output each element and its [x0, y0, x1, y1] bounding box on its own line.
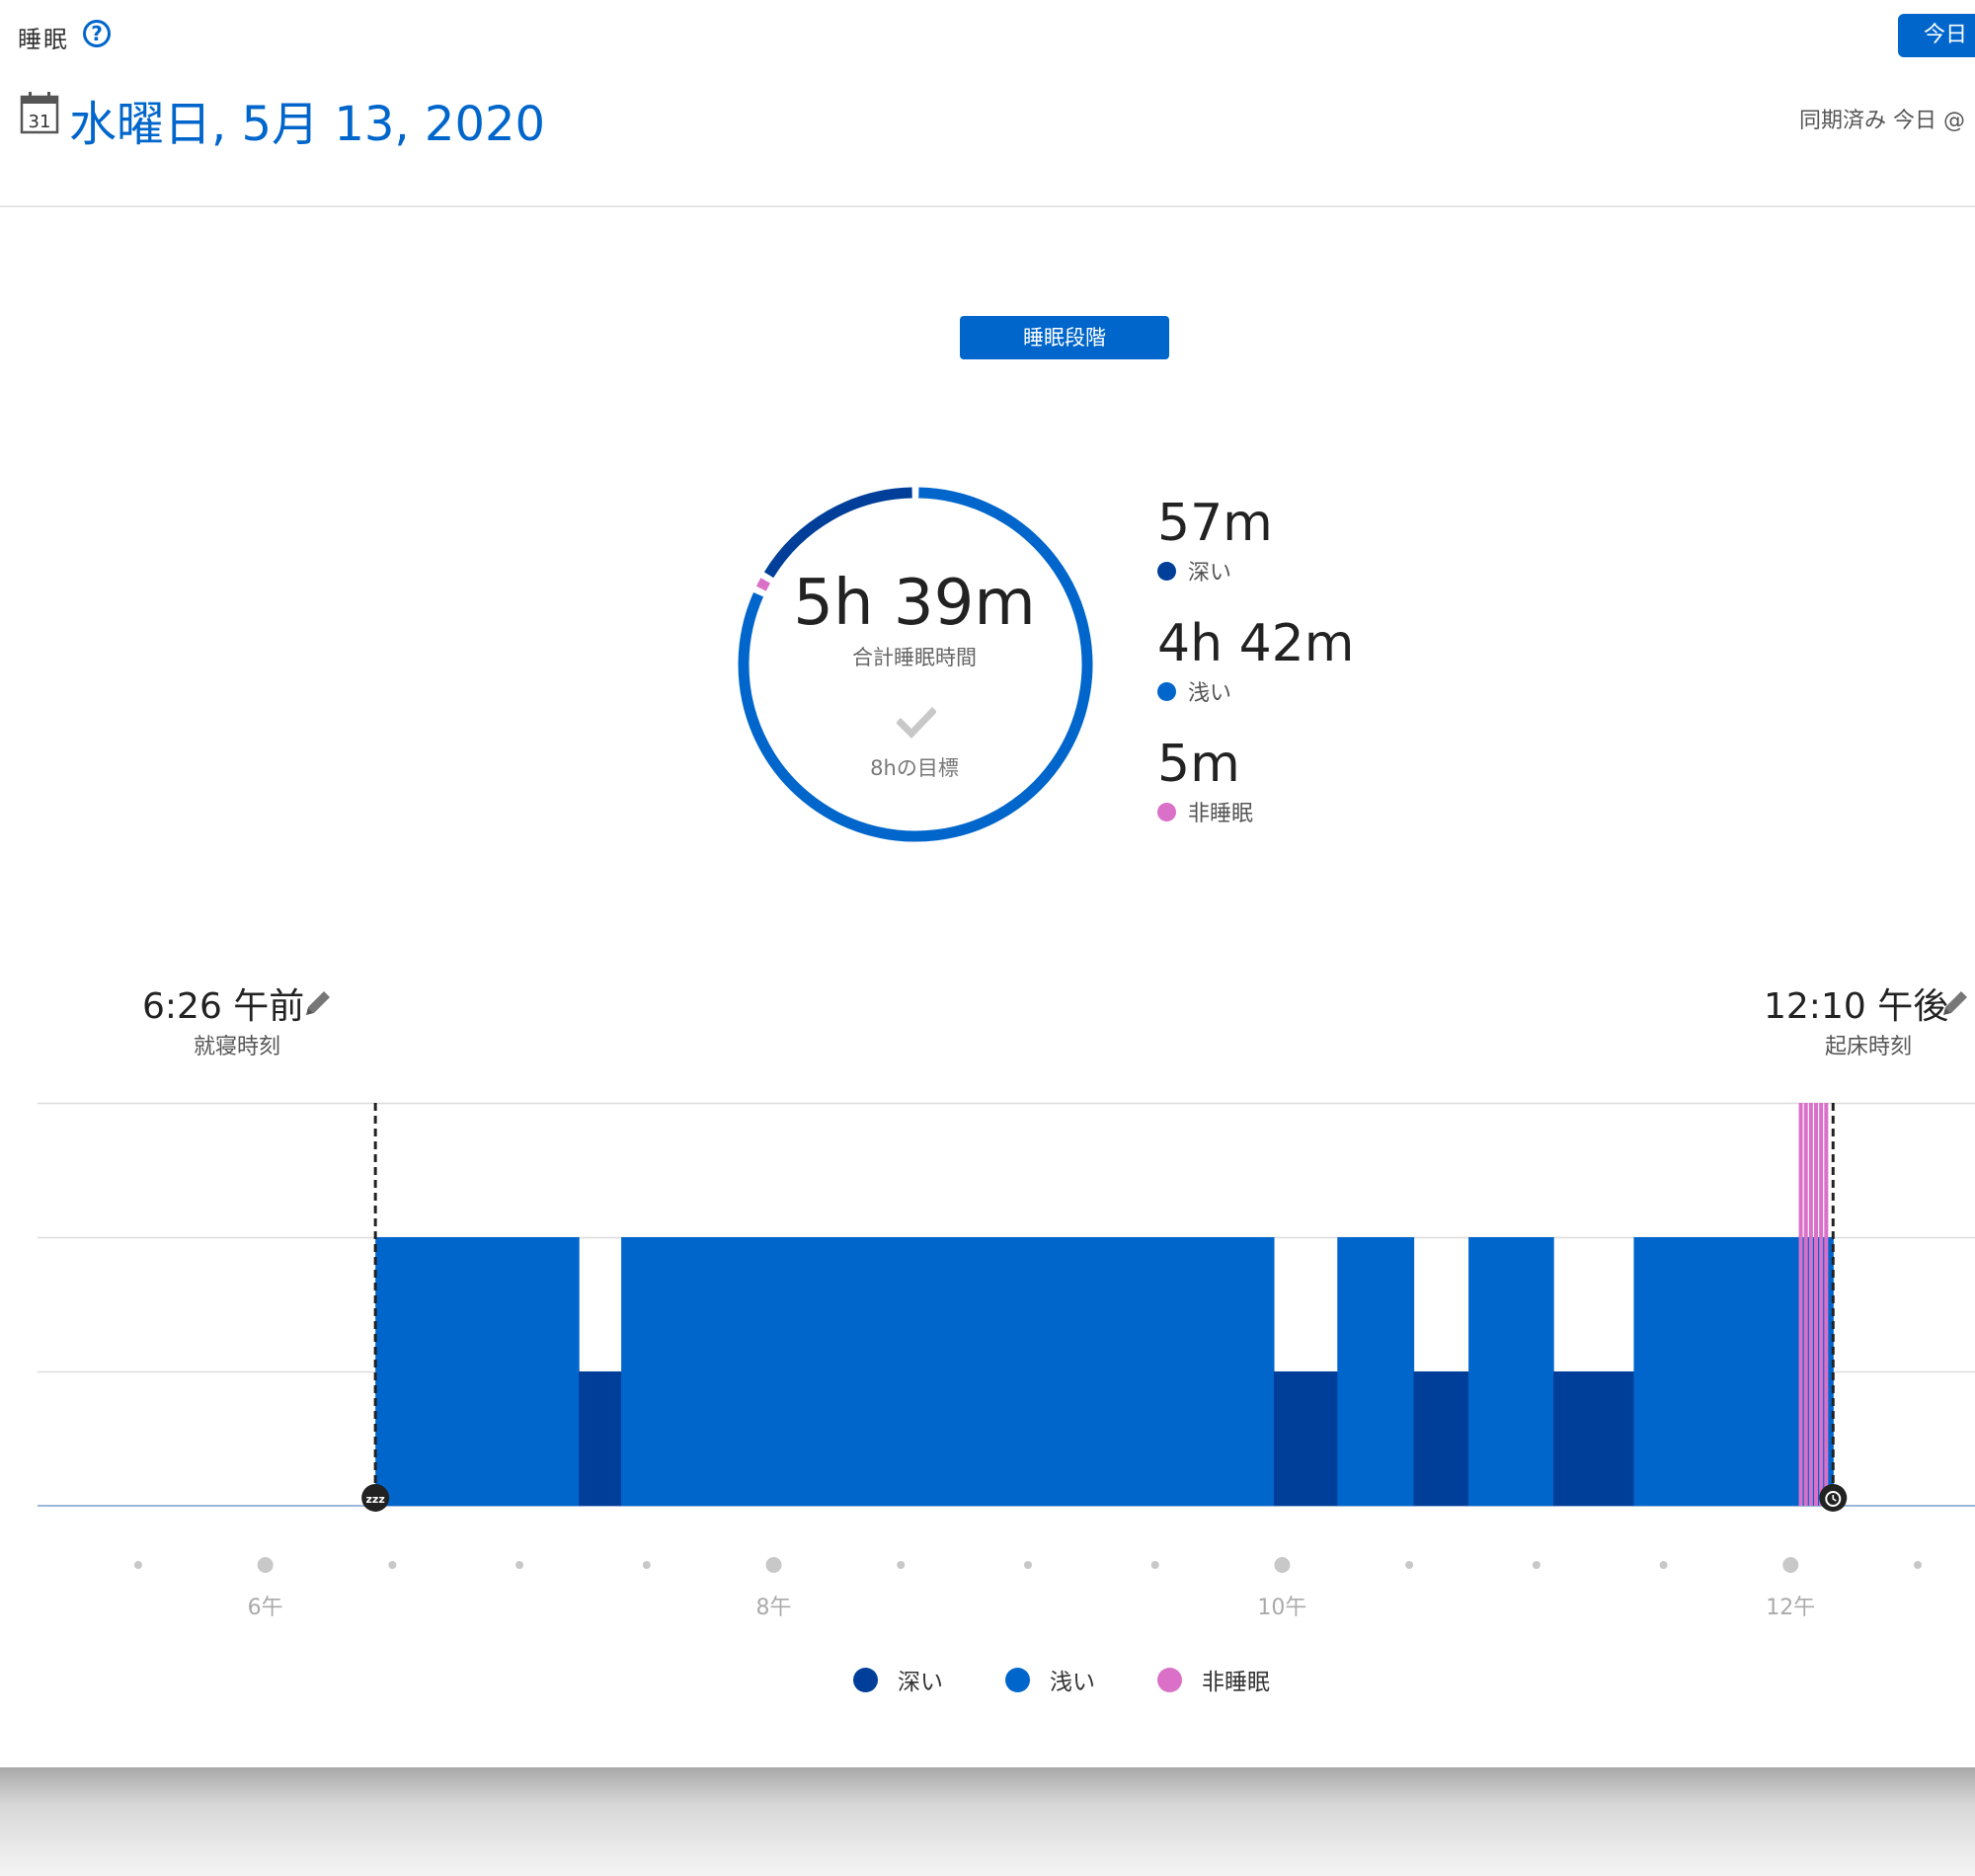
axis-major-dot — [765, 1557, 782, 1573]
checkmark-icon — [897, 707, 936, 739]
deep-dot — [1157, 561, 1176, 581]
legend-item-deep: 深い — [853, 1663, 943, 1696]
awake-mark — [1798, 1103, 1803, 1506]
bedtime-label: 就寝時刻 — [194, 1035, 281, 1059]
awake-row: 非睡眠 — [1157, 796, 1253, 827]
sleep-stages-chart: zzz 6午 8午 10午 12午 — [38, 1102, 1975, 1620]
segment-deep — [1553, 1371, 1635, 1506]
sleep-goal-label: 8hの目標 — [870, 756, 959, 780]
axis-minor-dot — [1023, 1561, 1032, 1569]
light-dot — [1157, 681, 1176, 701]
total-sleep-value: 5h 39m — [793, 567, 1036, 640]
deep-sleep-row: 深い — [1157, 555, 1231, 586]
calendar-icon-day: 31 — [29, 112, 51, 132]
x-tick-label: 6午 — [248, 1596, 283, 1620]
awake-dot — [1157, 802, 1176, 821]
calendar-icon[interactable]: 31 — [20, 91, 59, 134]
axis-minor-dot — [388, 1561, 397, 1569]
segment-light — [1337, 1237, 1415, 1506]
axis-major-dot — [1782, 1557, 1799, 1573]
waketime-label: 起床時刻 — [1825, 1035, 1913, 1059]
segment-light — [1633, 1237, 1800, 1506]
light-sleep-value: 4h 42m — [1157, 614, 1355, 673]
axis-major-dot — [1274, 1557, 1291, 1573]
awake-mark — [1803, 1103, 1808, 1506]
awake-label: 非睡眠 — [1188, 802, 1254, 826]
awake-value: 5m — [1157, 735, 1240, 794]
segment-deep — [1413, 1371, 1469, 1506]
x-tick-label: 10午 — [1257, 1596, 1306, 1620]
donut-segment-awake — [755, 578, 770, 591]
axis-major-dot — [257, 1557, 274, 1573]
segment-deep — [1273, 1371, 1338, 1506]
legend-deep-swatch — [853, 1667, 878, 1692]
axis-minor-dot — [1532, 1561, 1540, 1569]
sync-status: 同期済み 今日 @ — [1799, 109, 1965, 133]
legend-light-swatch — [1005, 1667, 1030, 1692]
axis-minor-dot — [1150, 1561, 1159, 1569]
footer-shadow — [0, 1767, 1975, 1876]
x-tick-label: 8午 — [756, 1596, 792, 1620]
deep-sleep-value: 57m — [1157, 494, 1273, 553]
segment-light — [1468, 1237, 1554, 1506]
axis-minor-dot — [1659, 1561, 1668, 1569]
legend-light-label: 浅い — [1050, 1670, 1095, 1695]
axis-minor-dot — [642, 1561, 651, 1569]
zzz-glyph: zzz — [366, 1493, 385, 1506]
total-sleep-label: 合計睡眠時間 — [852, 646, 977, 669]
x-tick-label: 12午 — [1766, 1596, 1815, 1620]
donut-segment-deep — [763, 487, 912, 579]
light-sleep-row: 浅い — [1157, 675, 1231, 707]
segment-deep — [579, 1371, 622, 1506]
header-divider — [0, 205, 1975, 207]
app-title: 睡眠 — [18, 26, 69, 53]
today-button[interactable]: 今日 — [1898, 14, 1975, 57]
legend-awake-label: 非睡眠 — [1202, 1670, 1270, 1695]
axis-minor-dot — [515, 1561, 524, 1569]
legend-item-light: 浅い — [1005, 1663, 1095, 1696]
page-date-title[interactable]: 水曜日, 5月 13, 2020 — [69, 85, 545, 154]
axis-minor-dot — [1405, 1561, 1414, 1569]
legend-item-awake: 非睡眠 — [1157, 1663, 1270, 1696]
axis-minor-dot — [897, 1561, 906, 1569]
edit-waketime-pencil-icon[interactable] — [1939, 987, 1971, 1019]
light-sleep-label: 浅い — [1188, 681, 1232, 706]
deep-sleep-label: 深い — [1188, 561, 1232, 586]
axis-minor-dot — [133, 1561, 142, 1569]
axis-minor-dot — [1914, 1561, 1922, 1569]
awake-mark — [1808, 1103, 1813, 1506]
edit-bedtime-pencil-icon[interactable] — [302, 987, 334, 1019]
awake-mark — [1824, 1103, 1829, 1506]
sleep-stages-button[interactable]: 睡眠段階 — [960, 316, 1169, 359]
legend-awake-swatch — [1157, 1667, 1182, 1692]
question-circle-icon[interactable]: ? — [83, 20, 111, 47]
waketime-value: 12:10 午後 — [1764, 986, 1949, 1027]
segment-light — [621, 1237, 1275, 1506]
page-header: 睡眠 ? 今日 31 水曜日, 5月 13, 2020 同期済み 今日 @ — [0, 0, 1975, 205]
awake-mark — [1814, 1103, 1819, 1506]
legend-deep-label: 深い — [898, 1670, 943, 1695]
awake-mark — [1819, 1103, 1824, 1506]
segment-light — [375, 1237, 580, 1506]
bedtime-value: 6:26 午前 — [142, 986, 305, 1027]
